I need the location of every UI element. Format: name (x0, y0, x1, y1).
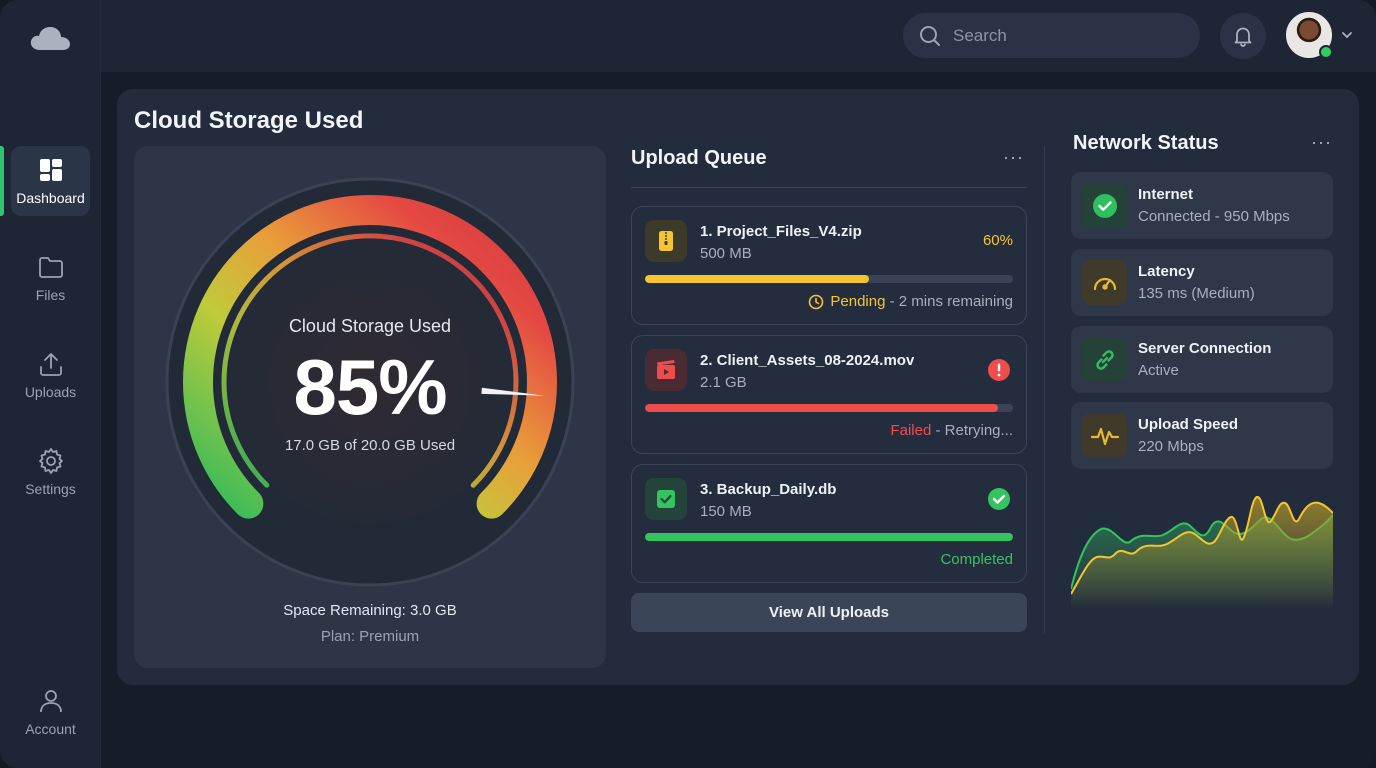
network-item-name: Latency (1138, 263, 1195, 280)
queue-more-button[interactable]: ··· (1003, 147, 1024, 168)
upload-progress-fill (645, 404, 999, 412)
sidebar-item-label: Settings (25, 481, 76, 497)
network-item-internet: Internet Connected - 950 Mbps (1071, 172, 1333, 239)
network-item-value: 220 Mbps (1138, 438, 1204, 455)
sidebar-item-label: Dashboard (16, 190, 85, 206)
network-item-latency: Latency 135 ms (Medium) (1071, 249, 1333, 316)
upload-file-size: 2.1 GB (700, 374, 747, 391)
search-icon (920, 25, 940, 46)
upload-status-word: Failed (890, 422, 932, 439)
link-icon (1082, 337, 1127, 382)
sidebar-item-label: Files (35, 287, 66, 303)
upload-item[interactable]: 3. Backup_Daily.db 150 MB Completed (631, 464, 1027, 583)
network-item-value: Connected - 950 Mbps (1138, 208, 1290, 225)
upload-progress-fill (645, 533, 1013, 541)
upload-status-word: Completed (940, 551, 1013, 568)
network-item-name: Upload Speed (1138, 416, 1239, 433)
sidebar-item-label: Uploads (24, 384, 77, 400)
upload-progress-bar (645, 533, 1013, 541)
sidebar-item-dashboard[interactable]: Dashboard (11, 146, 90, 216)
network-status-title: Network Status (1073, 132, 1219, 154)
upload-status-detail: - Retrying... (931, 422, 1013, 439)
sidebar-item-label: Account (25, 721, 76, 737)
upload-status: Completed (940, 551, 1013, 568)
folder-icon (38, 257, 63, 278)
network-item-value: 135 ms (Medium) (1138, 285, 1255, 302)
upload-item[interactable]: 1. Project_Files_V4.zip 500 MB 60% Pendi… (631, 206, 1027, 325)
video-file-icon (645, 349, 687, 391)
speedometer-icon (1082, 260, 1127, 305)
dashboard-icon (39, 159, 62, 181)
search-bar[interactable] (903, 13, 1200, 58)
upload-progress-bar (645, 275, 1013, 283)
network-item-name: Server Connection (1138, 340, 1272, 357)
check-circle-icon (988, 488, 1010, 510)
app-window: Dashboard Files Uploads Settings Account… (0, 0, 1376, 768)
upload-file-name: 3. Backup_Daily.db (700, 481, 837, 498)
upload-status-word: Pending (830, 293, 886, 310)
network-item-value: Active (1138, 362, 1179, 379)
upload-file-size: 150 MB (700, 503, 752, 520)
database-file-icon (645, 478, 687, 520)
cloud-logo-icon (30, 27, 70, 50)
upload-status: Failed - Retrying... (890, 422, 1013, 439)
search-input[interactable] (953, 25, 1153, 46)
gauge-usage-text: 17.0 GB of 20.0 GB Used (284, 437, 456, 454)
upload-queue-title: Upload Queue (631, 147, 767, 169)
notifications-button[interactable] (1220, 13, 1266, 59)
online-status-dot (1319, 45, 1333, 59)
upload-icon (39, 353, 62, 376)
sidebar-item-account[interactable]: Account (11, 677, 90, 747)
upload-progress-fill (645, 275, 870, 283)
bell-icon (1234, 27, 1252, 47)
network-item-server: Server Connection Active (1071, 326, 1333, 393)
upload-file-name: 2. Client_Assets_08-2024.mov (700, 352, 915, 369)
queue-divider (631, 187, 1027, 188)
zip-file-icon (645, 220, 687, 262)
upload-percent: 60% (982, 232, 1013, 249)
pulse-icon (1082, 413, 1127, 458)
upload-status-detail: - 2 mins remaining (885, 293, 1013, 310)
column-divider (1044, 147, 1045, 633)
chevron-down-icon (1342, 32, 1352, 39)
gauge-percent: 85% (293, 343, 447, 431)
storage-gauge-card: Cloud Storage Used 85% 17.0 GB of 20.0 G… (134, 146, 606, 668)
top-header (101, 0, 1376, 72)
upload-file-size: 500 MB (700, 245, 752, 262)
space-remaining: Space Remaining: 3.0 GB (283, 602, 457, 619)
gear-icon (38, 448, 63, 474)
active-nav-indicator (0, 146, 4, 216)
clock-icon (809, 294, 824, 309)
dashboard-panel: Cloud Storage Used Cloud Storage Used 85… (117, 89, 1359, 685)
upload-progress-bar (645, 404, 1013, 412)
sidebar-item-files[interactable]: Files (11, 243, 90, 313)
upload-item[interactable]: 2. Client_Assets_08-2024.mov 2.1 GB Fail… (631, 335, 1027, 454)
network-more-button[interactable]: ··· (1311, 132, 1332, 153)
upload-status: Pending - 2 mins remaining (808, 293, 1013, 310)
page-title: Cloud Storage Used (134, 107, 364, 134)
network-item-upload-speed: Upload Speed 220 Mbps (1071, 402, 1333, 469)
network-item-name: Internet (1138, 186, 1194, 203)
check-icon (1082, 183, 1127, 228)
sidebar-item-settings[interactable]: Settings (11, 437, 90, 507)
sidebar: Dashboard Files Uploads Settings Account (0, 0, 101, 768)
error-icon (988, 359, 1010, 381)
user-icon (39, 690, 62, 713)
gauge-title: Cloud Storage Used (288, 316, 452, 336)
view-all-uploads-button[interactable]: View All Uploads (631, 593, 1027, 632)
network-speed-chart (1071, 495, 1333, 609)
sidebar-item-uploads[interactable]: Uploads (11, 340, 90, 410)
upload-file-name: 1. Project_Files_V4.zip (700, 223, 862, 240)
plan-label: Plan: Premium (320, 628, 420, 645)
user-menu[interactable] (1286, 12, 1356, 60)
